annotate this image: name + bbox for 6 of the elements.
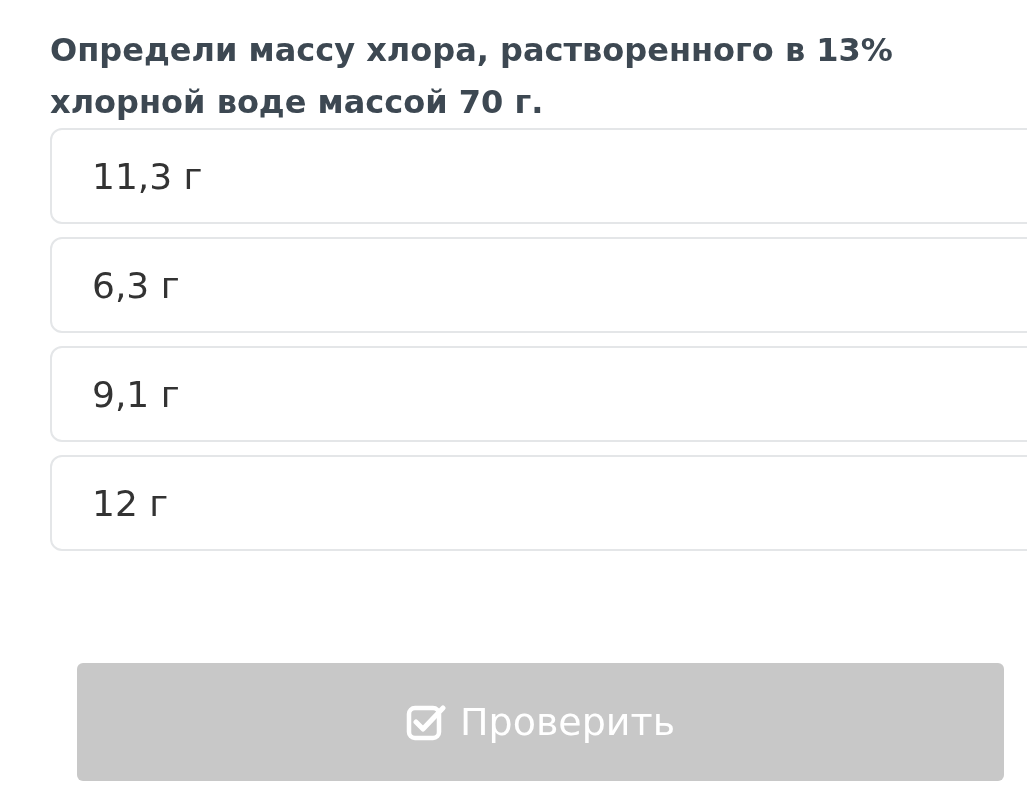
answer-option[interactable]: 6,3 г [50,237,1027,333]
answer-option[interactable]: 9,1 г [50,346,1027,442]
checkbox-tick-icon [405,703,446,741]
answer-option[interactable]: 12 г [50,455,1027,551]
question-text: Определи массу хлора, растворенного в 13% хлорной воде массой 70 г. [50,30,894,123]
answer-option[interactable]: 11,3 г [50,128,1027,224]
